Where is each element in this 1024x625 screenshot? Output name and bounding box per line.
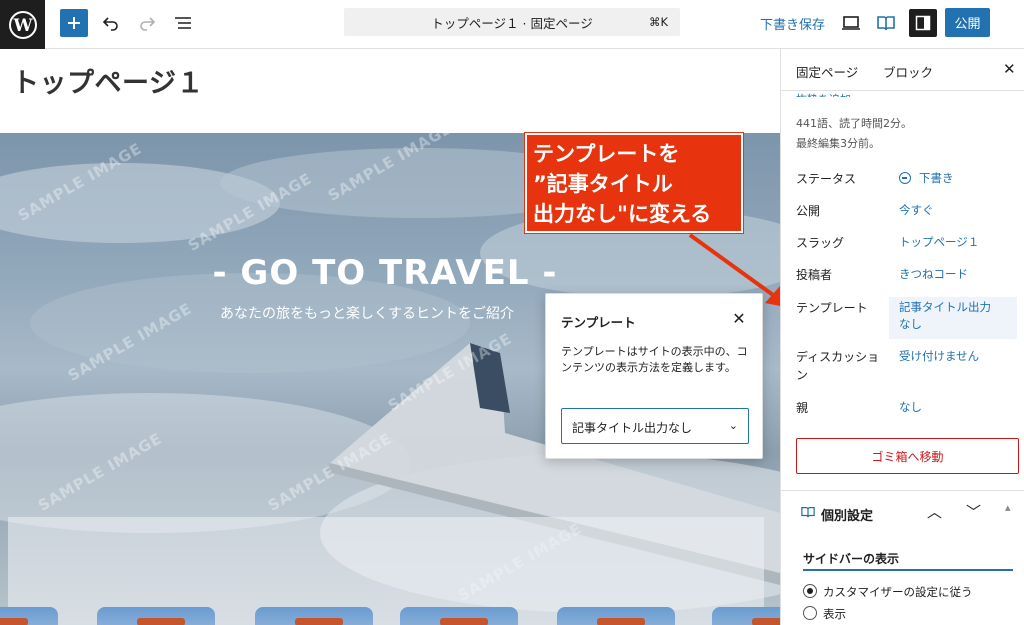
post-thumbnail[interactable] (712, 607, 780, 625)
desktop-preview-icon (842, 16, 860, 30)
discussion-label: ディスカッション (796, 350, 880, 382)
annotation-line: ”記事タイトル (533, 172, 673, 196)
document-bar[interactable]: トップページ１ · 固定ページ ⌘K (344, 8, 680, 36)
template-value[interactable]: 記事タイトル出力なし (899, 299, 999, 333)
command-shortcut: ⌘K (648, 15, 668, 29)
publish-button[interactable]: 公開 (945, 8, 990, 37)
post-thumbnail[interactable] (97, 607, 215, 625)
divider (781, 490, 1024, 491)
redo-icon (140, 17, 156, 31)
wordpress-logo-icon: W (8, 10, 37, 39)
undo-icon (102, 17, 118, 31)
discussion-value[interactable]: 受け付けません (899, 348, 979, 365)
status-label: ステータス (796, 172, 857, 186)
draft-status-icon (899, 172, 911, 184)
category-tag (137, 618, 185, 625)
parent-label: 親 (796, 401, 809, 415)
popover-description: テンプレートはサイトの表示中の、コンテンツの表示方法を定義します。 (561, 345, 748, 374)
plus-icon (68, 17, 80, 29)
close-icon[interactable]: ✕ (1003, 60, 1016, 78)
book-view-icon (877, 16, 895, 31)
radio-show[interactable] (803, 606, 817, 620)
author-label: 投稿者 (796, 268, 833, 282)
svg-text:W: W (12, 16, 33, 36)
template-select[interactable]: 記事タイトル出力なし ⌄ (561, 408, 749, 444)
status-value[interactable]: 下書き (899, 170, 954, 187)
wordpress-logo-button[interactable]: W (0, 0, 45, 49)
annotation-line: 出力なし"に変える (533, 202, 712, 226)
category-tag (440, 618, 488, 625)
list-view-button[interactable] (170, 9, 196, 37)
move-to-trash-button[interactable]: ゴミ箱へ移動 (796, 438, 1019, 474)
settings-sidebar: 固定ページ ブロック ✕ 抜粋を追加... 441語、読了時間2分。 最終編集3… (780, 49, 1024, 625)
publish-label: 公開 (796, 204, 821, 218)
popover-title: テンプレート (561, 315, 636, 330)
sidebar-tabs: 固定ページ ブロック ✕ (781, 49, 1024, 91)
hero-subtitle[interactable]: あなたの旅をもっと楽しくするヒントをご紹介 (220, 303, 514, 323)
post-thumbnail[interactable] (400, 607, 518, 625)
tab-block[interactable]: ブロック (883, 62, 933, 81)
chevron-down-icon[interactable]: ﹀ (966, 501, 981, 522)
template-select-value: 記事タイトル出力なし (572, 421, 693, 435)
template-popover: テンプレート ✕ テンプレートはサイトの表示中の、コンテンツの表示方法を定義しま… (545, 293, 763, 459)
editor-app: W トップページ１ · 固定ページ ⌘K 下書き保存 公開 トップページ１ SA… (0, 0, 1024, 625)
page-title[interactable]: トップページ１ (12, 61, 204, 100)
post-thumbnail[interactable] (557, 607, 675, 625)
custom-settings-title[interactable]: 個別設定 (821, 505, 873, 524)
category-tag (597, 618, 645, 625)
drag-handle-icon[interactable]: ▴ (1005, 501, 1011, 514)
document-title: トップページ１ · 固定ページ (431, 15, 593, 31)
close-icon[interactable]: ✕ (730, 309, 748, 328)
sidebar-display-title: サイドバーの表示 (803, 552, 900, 566)
radio-label: カスタマイザーの設定に従う (823, 585, 973, 599)
category-tag (752, 618, 780, 625)
publish-date-value[interactable]: 今すぐ (899, 202, 934, 219)
preview-button[interactable] (838, 9, 864, 37)
sidebar-toggle-icon (915, 15, 931, 31)
settings-button[interactable] (909, 9, 937, 37)
section-underline (803, 569, 1013, 571)
category-tag (295, 618, 343, 625)
word-count: 441語、読了時間2分。 (796, 117, 912, 130)
author-value[interactable]: きつねコード (899, 266, 968, 283)
annotation-callout: テンプレートを ”記事タイトル 出力なし"に変える (525, 133, 743, 233)
parent-value[interactable]: なし (899, 399, 922, 416)
radio-label: 表示 (823, 607, 846, 621)
tab-page[interactable]: 固定ページ (796, 62, 858, 81)
undo-button[interactable] (98, 9, 124, 37)
add-block-button[interactable] (60, 9, 88, 37)
post-thumbnail[interactable] (0, 607, 58, 625)
template-label: テンプレート (796, 301, 868, 315)
slug-value[interactable]: トップページ１ (899, 234, 979, 251)
save-draft-button[interactable]: 下書き保存 (760, 14, 825, 33)
add-excerpt-link[interactable]: 抜粋を追加... (796, 91, 862, 97)
view-page-button[interactable] (873, 9, 899, 37)
hero-title[interactable]: - GO TO TRAVEL - (0, 253, 770, 293)
radio-follow-customizer[interactable] (803, 584, 817, 598)
book-icon (801, 507, 815, 518)
last-edited: 最終編集3分前。 (796, 137, 880, 150)
status-text: 下書き (919, 171, 954, 185)
chevron-up-icon[interactable]: ︿ (927, 501, 942, 522)
redo-button[interactable] (134, 9, 160, 37)
category-tag (0, 618, 28, 625)
annotation-line: テンプレートを (533, 142, 680, 166)
chevron-down-icon: ⌄ (728, 419, 738, 432)
list-view-icon (175, 17, 191, 29)
post-thumbnail[interactable] (255, 607, 373, 625)
slug-label: スラッグ (796, 236, 845, 250)
editor-toolbar: W トップページ１ · 固定ページ ⌘K 下書き保存 公開 (0, 0, 1024, 49)
